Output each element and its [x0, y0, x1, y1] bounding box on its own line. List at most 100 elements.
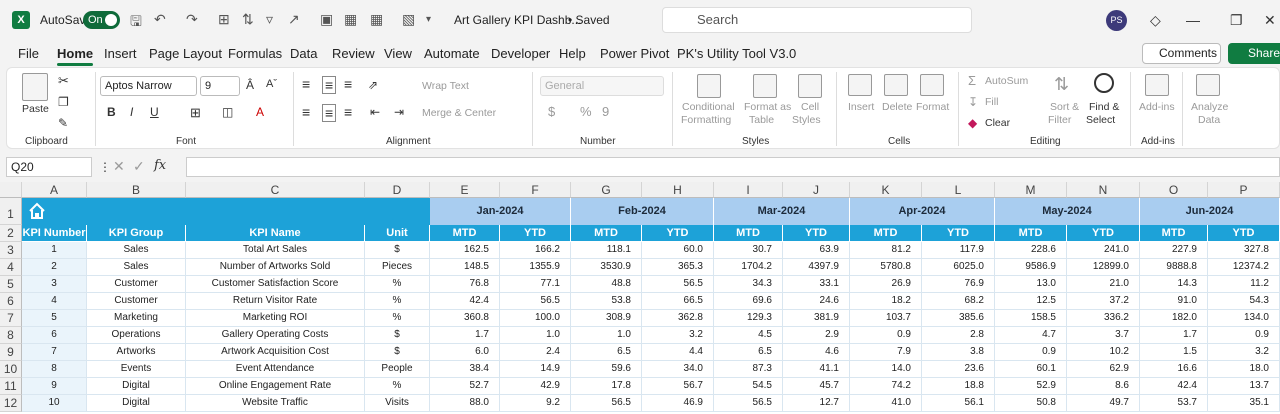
tab-utility-tool[interactable]: PK's Utility Tool V3.0: [677, 46, 796, 61]
row-header-11[interactable]: 11: [0, 378, 22, 395]
table-cell[interactable]: 1355.9: [500, 259, 571, 276]
table-cell[interactable]: Online Engagement Rate: [186, 378, 365, 395]
analyze-data-label2[interactable]: Data: [1198, 114, 1220, 126]
column-header-o[interactable]: O: [1140, 182, 1208, 198]
paste-button[interactable]: Paste: [22, 103, 49, 115]
save-status[interactable]: • Saved: [568, 13, 610, 27]
table-cell[interactable]: Customer: [87, 293, 186, 310]
cell-styles-button[interactable]: Cell: [801, 101, 819, 113]
table-cell[interactable]: 54.3: [1208, 293, 1280, 310]
table-cell[interactable]: 12374.2: [1208, 259, 1280, 276]
filter-icon[interactable]: ▿: [266, 11, 273, 28]
table-cell[interactable]: 9586.9: [995, 259, 1067, 276]
row-header-3[interactable]: 3: [0, 242, 22, 259]
column-header-l[interactable]: L: [922, 182, 995, 198]
document-title[interactable]: Art Gallery KPI Dashb...: [454, 13, 581, 27]
table-cell[interactable]: 3.7: [1067, 327, 1140, 344]
table-cell[interactable]: 2.8: [922, 327, 995, 344]
column-header-h[interactable]: H: [642, 182, 714, 198]
decrease-indent-icon[interactable]: ⇤: [370, 105, 380, 119]
minimize-icon[interactable]: —: [1186, 12, 1200, 28]
table-cell[interactable]: 87.3: [714, 361, 783, 378]
table-cell[interactable]: 60.1: [995, 361, 1067, 378]
table-cell[interactable]: 53.7: [1140, 395, 1208, 412]
cell-styles-icon[interactable]: [798, 74, 822, 98]
font-color-icon[interactable]: A: [256, 105, 264, 119]
table-cell[interactable]: 91.0: [1140, 293, 1208, 310]
formula-input[interactable]: [186, 157, 1280, 177]
table-cell[interactable]: 9: [22, 378, 87, 395]
fill-button[interactable]: Fill: [985, 96, 998, 108]
bold-button[interactable]: B: [107, 105, 116, 119]
autosave-toggle[interactable]: On: [83, 11, 120, 29]
table-cell[interactable]: 129.3: [714, 310, 783, 327]
row-header-5[interactable]: 5: [0, 276, 22, 293]
delete-cells-button[interactable]: Delete: [882, 101, 912, 113]
column-header-f[interactable]: F: [500, 182, 571, 198]
table-cell[interactable]: 42.4: [430, 293, 500, 310]
tab-view[interactable]: View: [384, 46, 412, 61]
insert-function-icon[interactable]: fx: [154, 158, 166, 173]
table-cell[interactable]: 45.7: [783, 378, 850, 395]
column-header-a[interactable]: A: [22, 182, 87, 198]
paste-icon[interactable]: [22, 73, 48, 101]
table-cell[interactable]: 17.8: [571, 378, 642, 395]
table-cell[interactable]: 7.9: [850, 344, 922, 361]
cell-styles-label2[interactable]: Styles: [792, 114, 821, 126]
table-cell[interactable]: 54.5: [714, 378, 783, 395]
conditional-formatting-button[interactable]: Conditional: [682, 101, 735, 113]
borders-icon[interactable]: ⊞: [190, 105, 201, 121]
table-cell[interactable]: 1: [22, 242, 87, 259]
table-cell[interactable]: 103.7: [850, 310, 922, 327]
borders-icon[interactable]: ⊞: [218, 11, 230, 28]
comments-button[interactable]: Comments: [1142, 43, 1221, 64]
table-cell[interactable]: 2.4: [500, 344, 571, 361]
table-cell[interactable]: 0.9: [850, 327, 922, 344]
table-cell[interactable]: 76.8: [430, 276, 500, 293]
redo-icon[interactable]: ↷: [186, 11, 198, 28]
table-cell[interactable]: 18.2: [850, 293, 922, 310]
restore-icon[interactable]: ❐: [1230, 12, 1243, 29]
align-center-icon[interactable]: ≡: [322, 104, 337, 122]
table-cell[interactable]: 4.7: [995, 327, 1067, 344]
column-header-g[interactable]: G: [571, 182, 642, 198]
format-cells-icon[interactable]: [920, 74, 944, 96]
table-cell[interactable]: 1.7: [1140, 327, 1208, 344]
find-select-icon[interactable]: [1094, 73, 1114, 93]
table-cell[interactable]: 52.9: [995, 378, 1067, 395]
tab-help[interactable]: Help: [559, 46, 586, 61]
table-cell[interactable]: 11.2: [1208, 276, 1280, 293]
table-cell[interactable]: Marketing ROI: [186, 310, 365, 327]
comma-button[interactable]: 9: [602, 104, 609, 119]
table-cell[interactable]: 26.9: [850, 276, 922, 293]
share-button[interactable]: Share: [1228, 43, 1280, 64]
table-cell[interactable]: 35.1: [1208, 395, 1280, 412]
underline-button[interactable]: U: [150, 105, 159, 119]
table-cell[interactable]: Operations: [87, 327, 186, 344]
column-header-k[interactable]: K: [850, 182, 922, 198]
close-icon[interactable]: ✕: [1264, 12, 1276, 29]
table-cell[interactable]: Digital: [87, 395, 186, 412]
table-cell[interactable]: 6.5: [571, 344, 642, 361]
table-cell[interactable]: 42.9: [500, 378, 571, 395]
row-header-1[interactable]: 1: [0, 198, 22, 225]
table-cell[interactable]: $: [365, 344, 430, 361]
column-header-e[interactable]: E: [430, 182, 500, 198]
table-cell[interactable]: 56.5: [642, 276, 714, 293]
increase-indent-icon[interactable]: ⇥: [394, 105, 404, 119]
table-cell[interactable]: 14.3: [1140, 276, 1208, 293]
table-cell[interactable]: 4397.9: [783, 259, 850, 276]
addins-icon[interactable]: [1145, 74, 1169, 96]
table-cell[interactable]: 52.7: [430, 378, 500, 395]
table-cell[interactable]: 12.7: [783, 395, 850, 412]
table-cell[interactable]: Return Visitor Rate: [186, 293, 365, 310]
table-cell[interactable]: 4.6: [783, 344, 850, 361]
autosum-button[interactable]: AutoSum: [985, 75, 1028, 87]
table-cell[interactable]: $: [365, 327, 430, 344]
table-cell[interactable]: 8.6: [1067, 378, 1140, 395]
table-cell[interactable]: 3.2: [642, 327, 714, 344]
row-header-7[interactable]: 7: [0, 310, 22, 327]
column-header-i[interactable]: I: [714, 182, 783, 198]
table-cell[interactable]: %: [365, 276, 430, 293]
row-header-9[interactable]: 9: [0, 344, 22, 361]
